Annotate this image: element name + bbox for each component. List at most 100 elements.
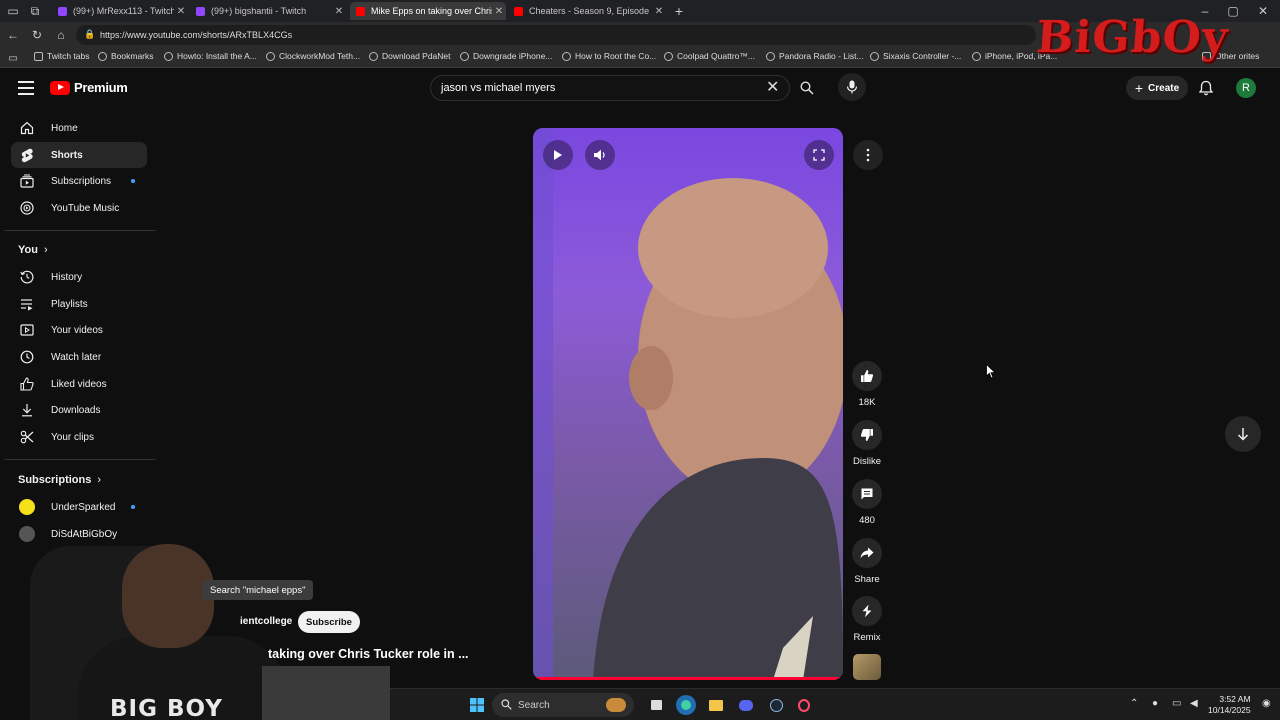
new-tab-button[interactable]: + (670, 2, 688, 20)
back-icon[interactable]: ← (4, 26, 22, 44)
tray-chevron-icon[interactable]: ⌃ (1130, 698, 1138, 709)
search-input[interactable]: jason vs michael myers (430, 75, 790, 101)
arrow-down-icon (1237, 428, 1249, 441)
sidebar-subscriptions-header[interactable]: Subscriptions › (18, 474, 101, 486)
task-view-icon[interactable] (646, 695, 666, 715)
bookmark-item[interactable]: Pandora Radio - List... (766, 51, 864, 61)
new-content-dot (131, 179, 135, 183)
video-progress-bar[interactable] (533, 677, 843, 680)
bookmark-item[interactable]: Download PdaNet (369, 51, 451, 61)
tab-workspaces-icon[interactable]: ⧉ (26, 2, 44, 20)
bookmark-item[interactable]: How to Root the Co... (562, 51, 656, 61)
account-avatar[interactable]: R (1236, 78, 1256, 98)
subscription-channel-undersparked[interactable]: UnderSparked (11, 494, 147, 520)
dislike-label: Dislike (853, 456, 881, 467)
discord-icon[interactable] (736, 695, 756, 715)
dislike-action[interactable]: Dislike (851, 420, 883, 467)
bookmark-item[interactable]: Twitch tabs (34, 51, 90, 61)
voice-search-button[interactable] (838, 73, 866, 101)
menu-icon[interactable] (18, 81, 34, 95)
taskbar-search-box[interactable]: Search (492, 693, 634, 717)
home-browser-icon[interactable]: ⌂ (52, 26, 70, 44)
microphone-tray-icon[interactable]: ● (1152, 698, 1158, 709)
create-button[interactable]: + Create (1126, 76, 1188, 100)
audio-source-thumbnail[interactable] (853, 654, 881, 680)
sidebar-item-history[interactable]: History (11, 264, 147, 290)
network-icon[interactable]: ▭ (1172, 698, 1181, 709)
refresh-icon[interactable]: ↻ (28, 26, 46, 44)
logo-text: Premium (74, 80, 128, 95)
tab-title: (99+) MrRexx113 - Twitch (73, 6, 174, 16)
remix-icon (862, 604, 872, 618)
notifications-button[interactable] (1198, 80, 1214, 101)
share-button[interactable] (852, 538, 882, 568)
play-button[interactable] (543, 140, 573, 170)
browser-tab[interactable]: (99+) bigshantii - Twitch ✕ (190, 2, 346, 20)
close-tab-icon[interactable]: ✕ (174, 6, 188, 17)
like-action[interactable]: 18K (851, 361, 883, 408)
next-short-button[interactable] (1225, 416, 1261, 452)
tab-actions-icon[interactable]: ▭ (4, 2, 22, 20)
search-suggestion-tooltip[interactable]: Search "michael epps" (202, 580, 314, 600)
start-button[interactable] (470, 698, 484, 717)
volume-button[interactable] (585, 140, 615, 170)
opera-browser-icon[interactable] (794, 695, 814, 715)
like-button[interactable] (852, 361, 882, 391)
shorts-video-player[interactable] (533, 128, 843, 680)
close-tab-icon[interactable]: ✕ (652, 6, 666, 17)
bookmark-item[interactable]: Coolpad Quattro™... (664, 51, 755, 61)
browser-tab[interactable]: Cheaters - Season 9, Episode 30 ✕ (508, 2, 666, 20)
sidebar-label: Your videos (51, 324, 103, 336)
sidebar-item-downloads[interactable]: Downloads (11, 397, 147, 423)
volume-tray-icon[interactable]: ◀ (1190, 698, 1198, 709)
subscribe-button[interactable]: Subscribe (298, 611, 360, 633)
browser-tab-active[interactable]: Mike Epps on taking over Chris T ✕ (350, 2, 506, 20)
bookmark-item[interactable]: Bookmarks (98, 51, 154, 61)
sidebar-item-youtube-music[interactable]: YouTube Music (11, 195, 147, 221)
fullscreen-button[interactable] (804, 140, 834, 170)
url-text: https://www.youtube.com/shorts/ARxTBLX4C… (100, 30, 293, 40)
clear-search-icon[interactable]: ✕ (766, 80, 779, 96)
edge-browser-icon[interactable] (676, 695, 696, 715)
play-icon (554, 150, 562, 160)
bookmark-item[interactable]: Downgrade iPhone... (460, 51, 552, 61)
steam-icon[interactable] (766, 695, 786, 715)
short-title[interactable]: taking over Chris Tucker role in ... (268, 647, 469, 661)
close-tab-icon[interactable]: ✕ (492, 6, 506, 17)
notification-center-icon[interactable]: ◉ (1262, 698, 1271, 709)
bookmark-item[interactable]: Howto: Install the A... (164, 51, 257, 61)
sidebar-item-subscriptions[interactable]: Subscriptions (11, 168, 147, 194)
sidebar-item-shorts[interactable]: Shorts (11, 142, 147, 168)
search-value: jason vs michael myers (441, 82, 556, 94)
remix-button[interactable] (852, 596, 882, 626)
bookmark-label: Pandora Radio - List... (779, 51, 864, 61)
close-tab-icon[interactable]: ✕ (332, 6, 346, 17)
browser-tab[interactable]: (99+) MrRexx113 - Twitch ✕ (52, 2, 188, 20)
more-options-button[interactable] (853, 140, 883, 170)
file-explorer-icon[interactable] (706, 695, 726, 715)
sidebar-item-playlists[interactable]: Playlists (11, 291, 147, 317)
tab-list-icon[interactable]: ▭ (4, 49, 22, 67)
sidebar-you-header[interactable]: You › (18, 244, 48, 256)
remix-action[interactable]: Remix (851, 596, 883, 643)
dislike-button[interactable] (852, 420, 882, 450)
video-frame-figure (533, 128, 843, 680)
comments-button[interactable] (852, 479, 882, 509)
search-button[interactable] (792, 75, 822, 101)
comments-action[interactable]: 480 (851, 479, 883, 526)
channel-name[interactable]: ientcollege (240, 616, 292, 627)
share-action[interactable]: Share (851, 538, 883, 585)
bookmark-item[interactable]: ClockworkMod Teth... (266, 51, 360, 61)
bookmark-item[interactable]: Sixaxis Controller -... (870, 51, 961, 61)
taskbar-clock[interactable]: 3:52 AM 10/14/2025 (1208, 694, 1251, 716)
sidebar-item-watch-later[interactable]: Watch later (11, 344, 147, 370)
sidebar-item-home[interactable]: Home (11, 115, 147, 141)
bookmark-label: Bookmarks (111, 51, 154, 61)
bookmark-label: Twitch tabs (47, 51, 90, 61)
youtube-premium-logo[interactable]: Premium (50, 80, 128, 95)
subscriptions-header-label: Subscriptions (18, 474, 92, 486)
sidebar-item-liked-videos[interactable]: Liked videos (11, 371, 147, 397)
sidebar-item-your-clips[interactable]: Your clips (11, 424, 147, 450)
sidebar-item-your-videos[interactable]: Your videos (11, 317, 147, 343)
url-field[interactable]: 🔒 https://www.youtube.com/shorts/ARxTBLX… (76, 25, 1036, 45)
